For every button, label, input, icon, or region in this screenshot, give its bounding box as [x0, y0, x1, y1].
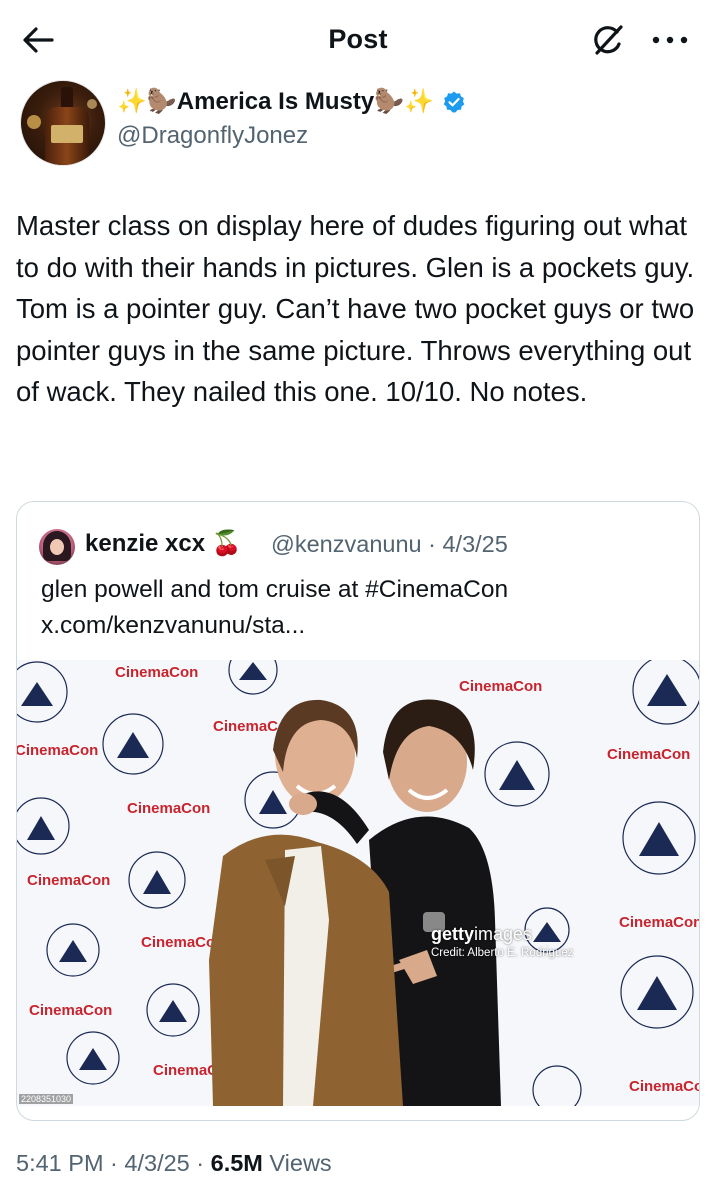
avatar-bokeh [27, 115, 41, 129]
avatar-bottle-label [51, 125, 83, 143]
getty-watermark: gettyimages Credit: Alberto E. Rodriguez [431, 924, 574, 959]
avatar-bokeh [87, 99, 97, 109]
author-avatar[interactable] [20, 80, 106, 166]
top-bar: Post [0, 0, 716, 82]
more-button[interactable] [646, 20, 694, 60]
author-name-row[interactable]: ✨🦫America Is Musty🦫✨ [117, 87, 466, 116]
quoted-author-handle-date[interactable]: @kenzvanunu · 4/3/25 [271, 531, 508, 558]
getty-brand-suffix: images [474, 924, 533, 944]
grok-button[interactable] [588, 20, 628, 60]
photo-credit: Credit: Alberto E. Rodriguez [431, 947, 574, 959]
post-text: Master class on display here of dudes fi… [16, 210, 695, 407]
quoted-post-card[interactable]: kenzie xcx 🍒 @kenzvanunu · 4/3/25 glen p… [16, 501, 700, 1121]
author-name: ✨🦫America Is Musty🦫✨ [117, 88, 434, 115]
quoted-post-text: glen powell and tom cruise at #CinemaCon… [41, 576, 509, 639]
views-label: Views [262, 1150, 332, 1176]
avatar-face [50, 539, 64, 555]
grok-icon [594, 25, 623, 55]
more-horizontal-icon [652, 36, 688, 44]
views-count[interactable]: 6.5M [211, 1150, 263, 1176]
photo-people [209, 699, 501, 1106]
quoted-author-name[interactable]: kenzie xcx 🍒 [85, 529, 242, 558]
getty-brand: getty [431, 924, 475, 944]
photo-id: 2208351030 [19, 1094, 74, 1104]
author-handle[interactable]: @DragonflyJonez [117, 122, 308, 150]
quoted-author-avatar[interactable] [39, 529, 75, 565]
post-meta: 5:41 PM · 4/3/25 · 6.5M Views [16, 1150, 332, 1177]
post-timestamp[interactable]: 5:41 PM · 4/3/25 · [16, 1150, 211, 1176]
quoted-post-photo[interactable]: CinemaCon CinemaCon CinemaCon CinemaCon … [17, 660, 699, 1106]
verified-badge-icon [443, 91, 465, 112]
